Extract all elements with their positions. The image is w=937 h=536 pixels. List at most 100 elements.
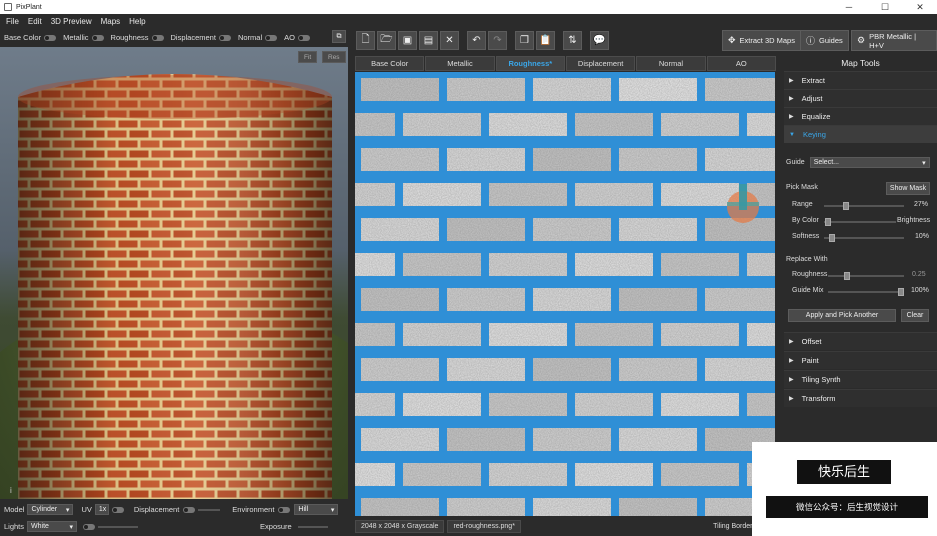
softness-slider[interactable]: [824, 234, 904, 242]
tab-displacement[interactable]: Displacement: [565, 56, 636, 71]
brick-grain: [361, 218, 439, 241]
section-adjust[interactable]: ▶ Adjust: [784, 89, 937, 107]
toggle-switch[interactable]: [297, 34, 310, 41]
extract-3d-maps-button[interactable]: ✥ Extract 3D Maps: [722, 30, 801, 51]
channel-label: Metallic: [63, 33, 89, 42]
toggle-switch[interactable]: [218, 34, 231, 41]
save-icon[interactable]: ▣: [398, 30, 417, 50]
undo-icon[interactable]: ↶: [467, 30, 486, 50]
slider-knob[interactable]: [898, 288, 904, 296]
brick-grain: [533, 288, 611, 311]
channel-metallic[interactable]: Metallic: [63, 33, 104, 42]
brick-grain: [661, 463, 739, 486]
lights-toggle[interactable]: [83, 523, 96, 530]
channel-base-color[interactable]: Base Color: [4, 33, 57, 42]
info-icon[interactable]: i: [10, 486, 12, 495]
brick-grain: [447, 148, 525, 171]
section-extract[interactable]: ▶ Extract: [784, 71, 937, 89]
comment-icon[interactable]: 💬: [590, 30, 609, 50]
uv-toggle[interactable]: [111, 506, 124, 513]
channel-roughness[interactable]: Roughness: [111, 33, 164, 42]
model-select[interactable]: Cylinder ▾: [27, 504, 74, 515]
close-button[interactable]: ✕: [905, 0, 935, 14]
section-tiling-synth[interactable]: ▶ Tiling Synth: [784, 370, 937, 388]
tab-ao[interactable]: AO: [706, 56, 776, 71]
lights-select[interactable]: White ▾: [27, 521, 78, 532]
by-color-slider[interactable]: [824, 218, 896, 226]
new-file-icon[interactable]: 🗋: [356, 30, 375, 50]
brick-grain: [533, 148, 611, 171]
section-equalize[interactable]: ▶ Equalize: [784, 107, 937, 125]
tab-metallic[interactable]: Metallic: [425, 56, 495, 71]
section-transform[interactable]: ▶ Transform: [784, 389, 937, 407]
3d-preview-viewport[interactable]: Fit Res i: [0, 47, 348, 499]
tab-roughness[interactable]: Roughness*: [495, 56, 565, 71]
slider-knob[interactable]: [842, 202, 849, 210]
pbr-mode-button[interactable]: ⚙ PBR Metallic | H+V: [851, 30, 937, 51]
show-mask-button[interactable]: Show Mask: [886, 182, 930, 195]
displacement-toggle[interactable]: [183, 506, 196, 513]
slider-knob[interactable]: [829, 234, 835, 242]
paste-icon[interactable]: 📋: [536, 30, 555, 50]
brick-grain: [489, 253, 567, 276]
toggle-switch[interactable]: [91, 34, 104, 41]
brick-grain: [533, 498, 611, 516]
brick-grain: [361, 428, 439, 451]
redo-icon[interactable]: ↷: [488, 30, 507, 50]
guide-select[interactable]: Select... ▾: [809, 157, 930, 168]
section-keying[interactable]: ▼ Keying: [784, 125, 937, 143]
save-all-icon[interactable]: ▤: [419, 30, 438, 50]
menu-3d-preview[interactable]: 3D Preview: [51, 17, 92, 26]
slider-knob[interactable]: [844, 272, 850, 280]
toggle-switch[interactable]: [151, 34, 164, 41]
lights-slider[interactable]: [98, 525, 139, 528]
open-file-icon[interactable]: 🗁: [377, 30, 396, 50]
environment-toggle[interactable]: [278, 506, 291, 513]
channel-normal[interactable]: Normal: [237, 33, 278, 42]
menu-help[interactable]: Help: [129, 17, 145, 26]
toggle-switch[interactable]: [44, 34, 57, 41]
brick-grain: [403, 183, 481, 206]
channel-ao[interactable]: AO: [284, 33, 310, 42]
swap-icon[interactable]: ⇅: [563, 30, 582, 50]
exposure-slider[interactable]: [297, 525, 328, 528]
replace-with-label: Replace With: [786, 256, 828, 263]
menu-edit[interactable]: Edit: [28, 17, 42, 26]
title-bar: PixPlant ─ ☐ ✕: [0, 0, 937, 14]
menu-maps[interactable]: Maps: [101, 17, 121, 26]
brick-grain: [403, 463, 481, 486]
softness-label: Softness: [792, 233, 820, 240]
copy-icon[interactable]: ❐: [515, 30, 534, 50]
delete-icon[interactable]: ✕: [440, 30, 459, 50]
tab-base-color[interactable]: Base Color: [355, 56, 425, 71]
maximize-button[interactable]: ☐: [870, 0, 900, 14]
roughness-slider[interactable]: [828, 272, 904, 280]
guide-mix-slider[interactable]: [828, 288, 904, 296]
section-paint[interactable]: ▶ Paint: [784, 351, 937, 369]
brick-grain: [403, 253, 481, 276]
channel-displacement[interactable]: Displacement: [171, 33, 231, 42]
brick-grain: [747, 323, 775, 346]
menu-file[interactable]: File: [6, 17, 19, 26]
displacement-slider[interactable]: [198, 508, 221, 511]
slider-knob[interactable]: [824, 218, 831, 226]
guides-button[interactable]: ⓘ Guides: [800, 30, 849, 51]
tab-normal[interactable]: Normal: [636, 56, 706, 71]
res-button[interactable]: Res: [322, 51, 346, 63]
range-slider[interactable]: [824, 202, 904, 210]
uv-select[interactable]: 1x: [94, 504, 109, 515]
section-offset[interactable]: ▶ Offset: [784, 332, 937, 350]
apply-and-pick-another-button[interactable]: Apply and Pick Another: [788, 309, 896, 322]
fit-button[interactable]: Fit: [298, 51, 318, 63]
brick-grain: [705, 78, 775, 101]
clear-button[interactable]: Clear: [901, 309, 929, 322]
environment-select[interactable]: Hill ▾: [294, 504, 339, 515]
filename-status: red-roughness.png*: [447, 520, 521, 533]
minimize-button[interactable]: ─: [834, 0, 864, 14]
channel-label: Normal: [237, 33, 263, 42]
watermark-subtitle: 微信公众号：后生视觉设计: [766, 496, 928, 518]
detach-viewport-button[interactable]: ⧉: [332, 30, 346, 43]
roughness-map-canvas[interactable]: [355, 72, 775, 516]
brick-grain: [705, 148, 775, 171]
toggle-switch[interactable]: [265, 34, 278, 41]
